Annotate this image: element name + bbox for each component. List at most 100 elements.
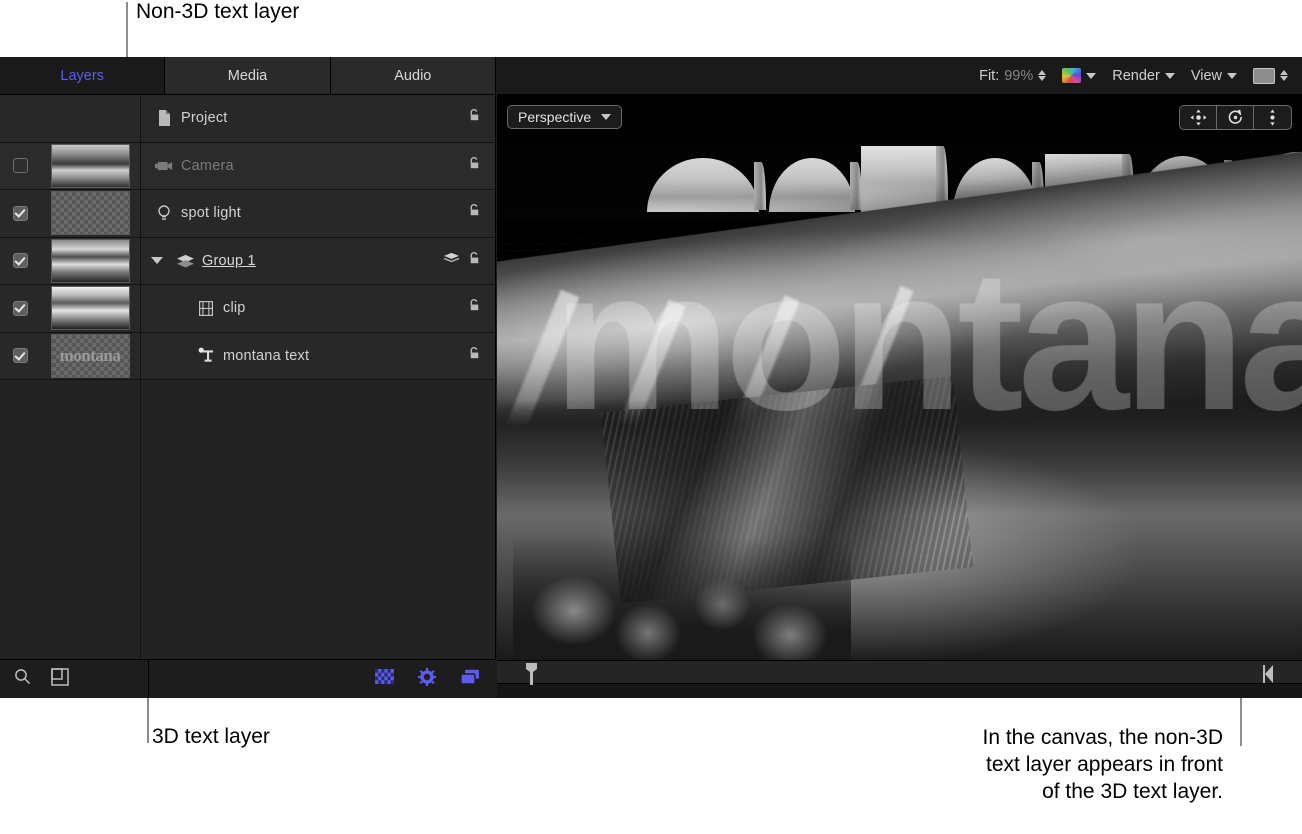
- table-row[interactable]: spot light: [0, 190, 495, 238]
- glyph-m: [647, 158, 759, 212]
- table-row[interactable]: Camera: [0, 143, 495, 191]
- layer-name: Camera: [181, 158, 234, 174]
- layer-thumbnail-cell: [40, 239, 140, 283]
- annotation-canvas-order: In the canvas, the non-3D text layer app…: [893, 724, 1223, 805]
- layer-enable-checkbox[interactable]: [13, 158, 28, 173]
- camera-icon: [151, 160, 177, 172]
- zoom-stepper-icon[interactable]: [1038, 70, 1046, 81]
- show-hide-panel-icon[interactable]: [51, 668, 69, 691]
- tab-media[interactable]: Media: [165, 57, 330, 94]
- view-menu[interactable]: View: [1191, 68, 1237, 84]
- thumbnail-image: [52, 145, 129, 187]
- timeline-band[interactable]: [497, 683, 1302, 698]
- layer-enable-cell: [0, 301, 40, 316]
- render-quality-swatch: [1062, 68, 1081, 83]
- layer-enable-cell: [0, 158, 40, 173]
- chevron-down-icon[interactable]: [1165, 73, 1175, 79]
- film-clip-icon: [193, 301, 219, 316]
- layer-name: Group 1: [202, 253, 256, 269]
- layer-thumbnail: [51, 144, 130, 188]
- layer-thumbnail: [51, 239, 130, 283]
- tab-layers[interactable]: Layers: [0, 57, 165, 94]
- checkerboard-icon[interactable]: [375, 669, 394, 689]
- timeline-ruler[interactable]: [497, 661, 1302, 683]
- layer-enable-cell: [0, 206, 40, 221]
- layer-enable-checkbox[interactable]: [13, 301, 28, 316]
- chevron-down-icon[interactable]: [1227, 73, 1237, 79]
- chevron-down-icon[interactable]: [601, 114, 611, 120]
- unlocked-icon[interactable]: [467, 346, 482, 366]
- layer-actions-cell: [437, 143, 495, 190]
- table-row[interactable]: montana montana text: [0, 333, 495, 381]
- canvas-panel: Fit: 99% Render View: [497, 57, 1302, 698]
- camera-view-menu[interactable]: Perspective: [507, 105, 622, 129]
- layer-name-cell[interactable]: Camera: [140, 143, 437, 190]
- table-row[interactable]: Project: [0, 95, 495, 143]
- duplicate-icon[interactable]: [460, 669, 480, 690]
- foreground-rocks: [513, 536, 851, 660]
- disclosure-triangle-icon[interactable]: [151, 257, 163, 264]
- tab-media-label: Media: [228, 68, 268, 84]
- layer-name-cell[interactable]: spot light: [140, 190, 437, 237]
- search-icon[interactable]: [14, 668, 31, 690]
- render-quality-control[interactable]: [1062, 68, 1096, 83]
- zoom-level-control[interactable]: Fit: 99%: [979, 68, 1046, 84]
- layer-name: spot light: [181, 205, 241, 221]
- group-3d-badge-icon[interactable]: [443, 252, 460, 270]
- playhead-start-marker[interactable]: [525, 663, 538, 683]
- unlocked-icon[interactable]: [467, 156, 482, 176]
- gear-icon[interactable]: [418, 668, 436, 691]
- playhead-end-marker[interactable]: [1263, 665, 1274, 688]
- mini-timeline[interactable]: [497, 660, 1302, 698]
- table-row[interactable]: clip: [0, 285, 495, 333]
- layer-enable-checkbox[interactable]: [13, 348, 28, 363]
- canvas-header-toolbar: Fit: 99% Render View: [497, 57, 1302, 95]
- render-menu[interactable]: Render: [1112, 68, 1175, 84]
- tab-audio[interactable]: Audio: [331, 57, 495, 94]
- layout-stepper-icon[interactable]: [1280, 70, 1288, 81]
- layer-name: montana text: [223, 348, 309, 364]
- layer-enable-cell: [0, 348, 40, 363]
- document-icon: [151, 110, 177, 126]
- layer-name-cell[interactable]: clip: [140, 285, 437, 332]
- layer-name-cell[interactable]: Project: [140, 95, 437, 142]
- glyph-o: [769, 158, 855, 212]
- unlocked-icon[interactable]: [467, 298, 482, 318]
- layout-control[interactable]: [1253, 68, 1288, 84]
- unlocked-icon[interactable]: [467, 251, 482, 271]
- layer-list-column-divider: [140, 380, 141, 658]
- tab-layers-label: Layers: [60, 68, 104, 84]
- camera-view-label: Perspective: [518, 109, 591, 125]
- layer-enable-checkbox[interactable]: [13, 253, 28, 268]
- canvas-viewport[interactable]: montana Perspective: [497, 95, 1302, 660]
- layer-thumbnail-cell: [40, 191, 140, 235]
- text-3d-icon: [193, 347, 219, 364]
- unlocked-icon[interactable]: [467, 108, 482, 128]
- layer-thumbnail-cell: [40, 144, 140, 188]
- canvas-2d-text-overlay[interactable]: montana: [553, 241, 1273, 441]
- thumbnail-text: montana: [60, 346, 121, 366]
- motion-app-window: Layers Media Audio: [0, 57, 1302, 698]
- layer-actions-cell: [437, 238, 495, 285]
- panel-tab-bar: Layers Media Audio: [0, 57, 495, 95]
- layer-actions-cell: [437, 190, 495, 237]
- layers-panel: Layers Media Audio: [0, 57, 496, 698]
- layer-name: clip: [223, 300, 246, 316]
- chevron-down-icon[interactable]: [1086, 73, 1096, 79]
- table-row[interactable]: Group 1: [0, 238, 495, 286]
- pan-3d-button[interactable]: [1180, 106, 1217, 129]
- layer-actions-cell: [437, 333, 495, 380]
- layer-name-cell[interactable]: Group 1: [140, 238, 437, 285]
- layer-name-cell[interactable]: montana text: [140, 333, 437, 380]
- layer-actions-cell: [437, 285, 495, 332]
- unlocked-icon[interactable]: [467, 203, 482, 223]
- 3d-scene: montana: [497, 95, 1302, 660]
- layer-list-empty-area[interactable]: [0, 380, 495, 658]
- dolly-3d-button[interactable]: [1254, 106, 1291, 129]
- render-menu-label: Render: [1112, 68, 1160, 84]
- 3d-view-tools: [1179, 105, 1292, 130]
- orbit-3d-button[interactable]: [1217, 106, 1254, 129]
- tab-audio-label: Audio: [394, 68, 431, 84]
- annotation-non3d-text-layer: Non-3D text layer: [136, 0, 299, 25]
- layer-enable-checkbox[interactable]: [13, 206, 28, 221]
